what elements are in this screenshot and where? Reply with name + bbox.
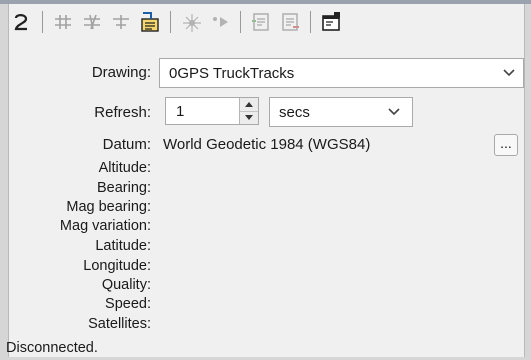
bearing-label: Bearing:	[96, 180, 151, 196]
speed-label: Speed:	[105, 296, 151, 312]
refresh-unit-value: secs	[279, 103, 310, 121]
track-up-icon	[84, 14, 100, 30]
caret-down-icon	[245, 115, 253, 121]
longitude-label: Longitude:	[83, 258, 151, 274]
track-down-button[interactable]	[109, 10, 133, 34]
stepper-up-button[interactable]	[240, 98, 258, 112]
drawing-select-icon	[141, 12, 159, 32]
connect-icon	[14, 14, 28, 31]
quality-label: Quality:	[101, 277, 151, 293]
log-start-icon	[252, 13, 269, 31]
refresh-label: Refresh:	[94, 104, 151, 121]
drawing-dropdown-value: 0GPS TruckTracks	[169, 64, 295, 82]
track-up-button[interactable]	[80, 10, 104, 34]
caret-up-icon	[245, 101, 253, 107]
track-add-icon	[55, 15, 71, 29]
altitude-label: Altitude:	[98, 160, 151, 176]
drawing-select-button[interactable]	[138, 10, 162, 34]
log-start-button[interactable]	[249, 10, 273, 34]
signal-icon	[183, 14, 201, 32]
log-stop-button[interactable]	[278, 10, 302, 34]
latitude-label: Latitude:	[95, 238, 151, 254]
datum-value: World Geodetic 1984 (WGS84)	[163, 136, 371, 153]
toolbar-separator	[240, 11, 241, 33]
signal-button[interactable]	[179, 10, 203, 34]
connection-status: Disconnected.	[6, 340, 98, 356]
refresh-interval-stepper[interactable]: 1	[165, 97, 259, 125]
chevron-down-icon	[503, 69, 515, 77]
mag-bearing-label: Mag bearing:	[66, 199, 151, 215]
track-add-button[interactable]	[51, 10, 75, 34]
track-down-icon	[113, 15, 129, 29]
play-icon	[213, 17, 228, 27]
window-right-edge	[524, 4, 531, 360]
chevron-down-icon	[388, 108, 400, 116]
datum-browse-button[interactable]: ...	[494, 134, 518, 156]
refresh-unit-dropdown[interactable]: secs	[269, 97, 413, 127]
gps-toolbar	[10, 6, 525, 38]
stepper-buttons	[239, 98, 258, 124]
toolbar-separator	[170, 11, 171, 33]
drawing-label: Drawing:	[91, 64, 151, 81]
stepper-down-button[interactable]	[240, 111, 258, 124]
toolbar-separator	[42, 11, 43, 33]
properties-icon	[322, 12, 340, 31]
properties-button[interactable]	[319, 10, 343, 34]
toolbar-separator	[310, 11, 311, 33]
satellites-label: Satellites:	[88, 316, 151, 332]
drawing-dropdown[interactable]: 0GPS TruckTracks	[159, 58, 524, 88]
window-top-strip	[0, 0, 531, 4]
connect-button[interactable]	[10, 10, 34, 34]
mag-variation-label: Mag variation:	[59, 218, 151, 234]
log-stop-icon	[282, 13, 299, 31]
datum-label: Datum:	[102, 136, 151, 153]
window-left-edge	[0, 4, 9, 360]
play-button[interactable]	[208, 10, 232, 34]
refresh-interval-value: 1	[176, 102, 185, 120]
